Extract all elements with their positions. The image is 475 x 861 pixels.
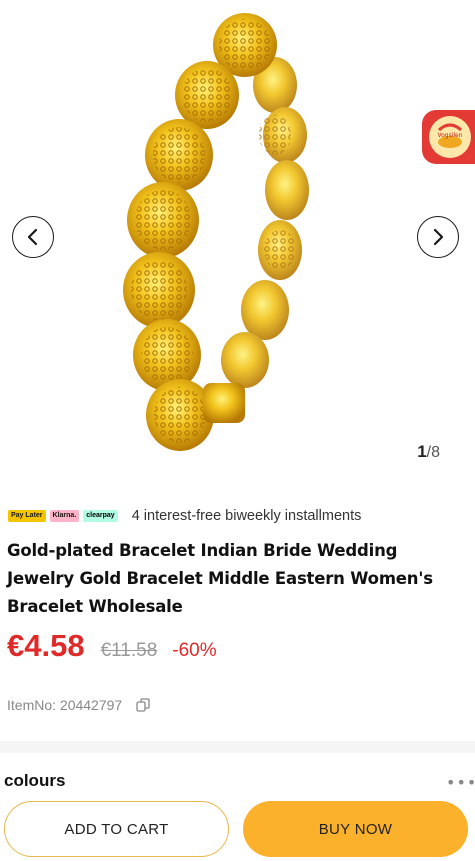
colours-label: colours [4, 771, 66, 790]
price-row: €4.58 €11.58 -60% [7, 628, 217, 664]
current-price: €4.58 [7, 628, 85, 663]
pager-total: /8 [426, 444, 440, 461]
original-price: €11.58 [100, 640, 158, 661]
section-divider [0, 741, 475, 753]
vogsilen-promo-icon: Vogsilen [429, 116, 471, 158]
chevron-right-icon [433, 228, 444, 246]
next-image-button[interactable] [417, 216, 459, 258]
promo-badge-text: Vogsilen [437, 132, 462, 139]
product-image [123, 13, 309, 451]
product-title: Gold-plated Bracelet Indian Bride Weddin… [7, 541, 433, 616]
pager-current: 1 [417, 442, 427, 461]
pay-later-logo: Pay Later [8, 510, 46, 522]
klarna-logo: Klarna. [49, 510, 80, 522]
item-number-text: ItemNo: 20442797 [7, 697, 123, 713]
more-dots-icon[interactable]: ••• [446, 773, 475, 792]
chevron-left-icon [27, 228, 38, 246]
promo-float-badge[interactable]: Vogsilen [422, 110, 475, 164]
clearpay-logo: clearpay [83, 510, 118, 522]
installments-row[interactable]: Pay Later Klarna. clearpay 4 interest-fr… [8, 508, 361, 524]
item-number: ItemNo: 20442797 [7, 697, 150, 713]
product-image-gallery[interactable]: Vogsilen 1/8 [0, 0, 475, 478]
bottom-action-bar: ADD TO CART BUY NOW [0, 793, 475, 861]
buy-now-button[interactable]: BUY NOW [243, 801, 468, 857]
previous-image-button[interactable] [12, 216, 54, 258]
copy-icon[interactable] [136, 698, 150, 712]
installments-text: 4 interest-free biweekly installments [131, 508, 362, 524]
image-pager: 1/8 [417, 442, 440, 462]
add-to-cart-button[interactable]: ADD TO CART [4, 801, 229, 857]
discount-badge: -60% [172, 640, 217, 661]
